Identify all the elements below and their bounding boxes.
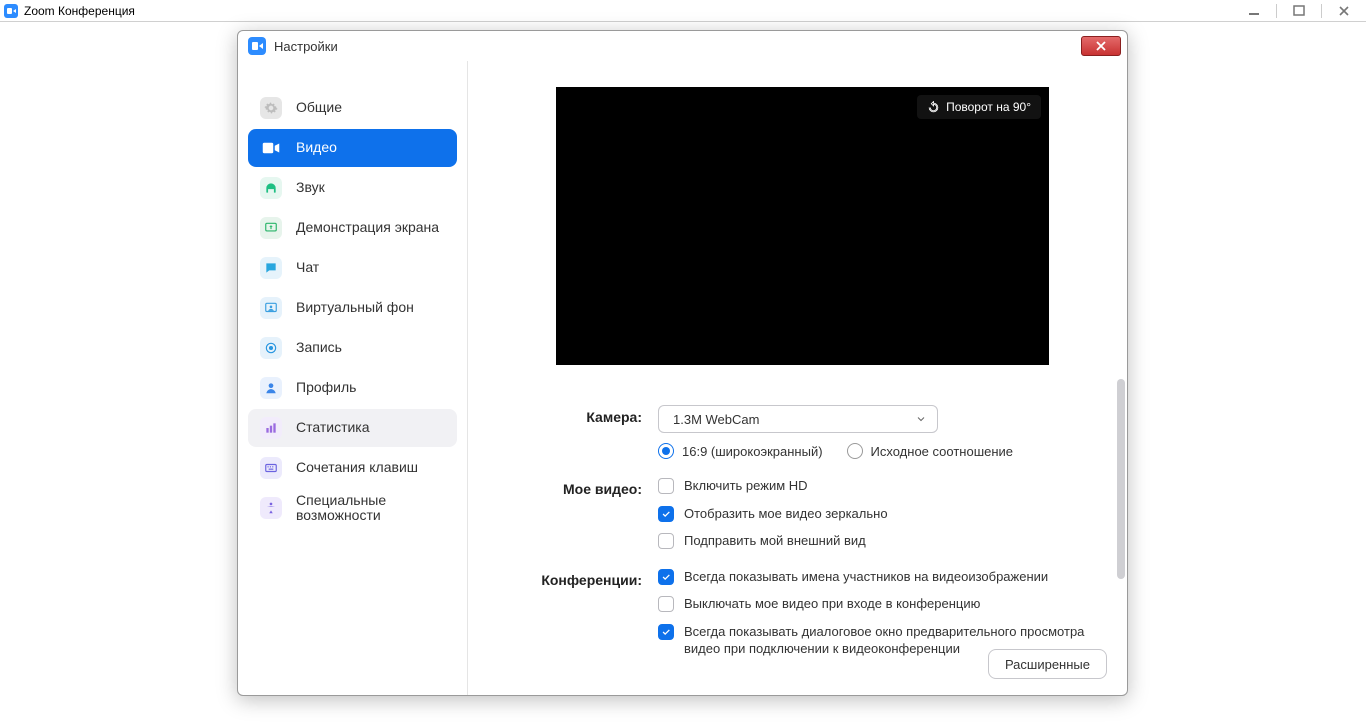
nav-item-general[interactable]: Общие [248, 89, 457, 127]
dialog-close-button[interactable] [1081, 36, 1121, 56]
nav-item-share-screen[interactable]: Демонстрация экрана [248, 209, 457, 247]
maximize-button[interactable] [1277, 0, 1321, 21]
scrollbar[interactable] [1117, 89, 1125, 635]
scrollbar-thumb[interactable] [1117, 379, 1125, 579]
settings-dialog: Настройки Общие Видео [237, 30, 1128, 696]
nav-label: Сочетания клавиш [296, 460, 418, 475]
meetings-label: Конференции: [508, 568, 658, 588]
app-window: Zoom Конференция Настройки [0, 0, 1366, 724]
camera-select[interactable]: 1.3M WebCam [658, 405, 938, 433]
settings-nav: Общие Видео Звук [238, 61, 468, 695]
close-window-button[interactable] [1322, 0, 1366, 21]
nav-label: Общие [296, 100, 342, 115]
aspect-ratio-16-9-radio[interactable]: 16:9 (широкоэкранный) [658, 443, 823, 459]
virtual-background-icon [260, 297, 282, 319]
advanced-button[interactable]: Расширенные [988, 649, 1107, 679]
mute-on-join-checkbox[interactable]: Выключать мое видео при входе в конферен… [658, 595, 1099, 613]
minimize-button[interactable] [1232, 0, 1276, 21]
nav-item-keyboard-shortcuts[interactable]: Сочетания клавиш [248, 449, 457, 487]
nav-label: Профиль [296, 380, 356, 395]
gear-icon [260, 97, 282, 119]
touchup-checkbox[interactable]: Подправить мой внешний вид [658, 532, 1099, 550]
checkbox-label: Всегда показывать имена участников на ви… [684, 568, 1048, 586]
radio-label: Исходное соотношение [871, 444, 1014, 459]
rotate-90-button[interactable]: Поворот на 90° [917, 95, 1041, 119]
nav-label: Видео [296, 140, 337, 155]
nav-label: Чат [296, 260, 319, 275]
video-settings-pane: Поворот на 90° Камера: 1.3M WebCam [468, 61, 1127, 695]
app-titlebar: Zoom Конференция [0, 0, 1366, 22]
checkbox-box [658, 506, 674, 522]
nav-label: Статистика [296, 420, 370, 435]
nav-item-video[interactable]: Видео [248, 129, 457, 167]
keyboard-icon [260, 457, 282, 479]
nav-label: Специальные возможности [296, 493, 445, 524]
rotate-label: Поворот на 90° [946, 100, 1031, 114]
nav-label: Запись [296, 340, 342, 355]
check-icon [661, 509, 671, 519]
window-controls [1232, 0, 1366, 21]
dialog-titlebar: Настройки [238, 31, 1127, 61]
mirror-checkbox[interactable]: Отобразить мое видео зеркально [658, 505, 1099, 523]
checkbox-box [658, 624, 674, 640]
headphones-icon [260, 177, 282, 199]
nav-label: Демонстрация экрана [296, 220, 439, 235]
nav-item-audio[interactable]: Звук [248, 169, 457, 207]
camera-value: 1.3M WebCam [673, 412, 759, 427]
video-icon [260, 137, 282, 159]
app-title: Zoom Конференция [24, 4, 135, 18]
checkbox-label: Отобразить мое видео зеркально [684, 505, 888, 523]
nav-item-statistics[interactable]: Статистика [248, 409, 457, 447]
chevron-down-icon [915, 413, 927, 425]
checkbox-label: Включить режим HD [684, 477, 808, 495]
checkbox-box [658, 533, 674, 549]
check-icon [661, 572, 671, 582]
nav-label: Виртуальный фон [296, 300, 414, 315]
my-video-label: Мое видео: [508, 477, 658, 497]
accessibility-icon [260, 497, 282, 519]
dialog-title: Настройки [274, 39, 338, 54]
nav-item-recording[interactable]: Запись [248, 329, 457, 367]
checkbox-label: Подправить мой внешний вид [684, 532, 866, 550]
radio-label: 16:9 (широкоэкранный) [682, 444, 823, 459]
aspect-ratio-original-radio[interactable]: Исходное соотношение [847, 443, 1014, 459]
profile-icon [260, 377, 282, 399]
checkbox-box [658, 596, 674, 612]
radio-dot [658, 443, 674, 459]
nav-item-accessibility[interactable]: Специальные возможности [248, 489, 457, 527]
nav-label: Звук [296, 180, 325, 195]
checkbox-label: Выключать мое видео при входе в конферен… [684, 595, 980, 613]
hd-checkbox[interactable]: Включить режим HD [658, 477, 1099, 495]
advanced-label: Расширенные [1005, 657, 1090, 672]
share-screen-icon [260, 217, 282, 239]
show-names-checkbox[interactable]: Всегда показывать имена участников на ви… [658, 568, 1099, 586]
zoom-dialog-icon [248, 37, 266, 55]
nav-item-chat[interactable]: Чат [248, 249, 457, 287]
checkbox-box [658, 478, 674, 494]
camera-label: Камера: [508, 405, 658, 425]
statistics-icon [260, 417, 282, 439]
nav-item-profile[interactable]: Профиль [248, 369, 457, 407]
check-icon [661, 627, 671, 637]
nav-item-virtual-background[interactable]: Виртуальный фон [248, 289, 457, 327]
video-preview: Поворот на 90° [556, 87, 1049, 365]
chat-icon [260, 257, 282, 279]
checkbox-box [658, 569, 674, 585]
zoom-app-icon [4, 4, 18, 18]
radio-dot [847, 443, 863, 459]
record-icon [260, 337, 282, 359]
